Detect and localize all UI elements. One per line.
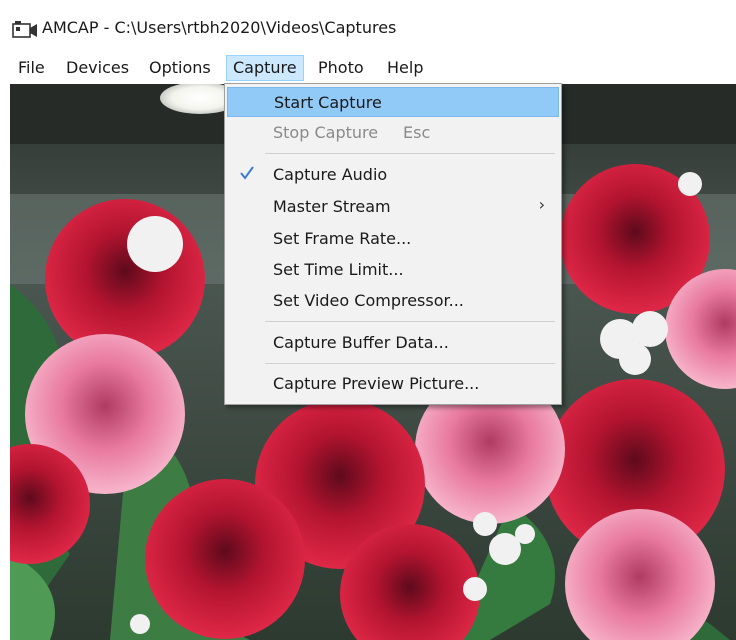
menu-separator <box>265 363 555 364</box>
menu-item-label: Stop Capture <box>273 123 379 142</box>
menu-item-label: Start Capture <box>274 93 382 112</box>
check-icon <box>240 166 254 180</box>
menu-item-capture-buffer-data[interactable]: Capture Buffer Data... <box>227 328 559 358</box>
menu-item-master-stream[interactable]: Master Stream › <box>227 192 559 222</box>
menu-item-stop-capture[interactable]: Stop Capture Esc <box>227 118 559 148</box>
menu-item-set-video-compressor[interactable]: Set Video Compressor... <box>227 286 559 316</box>
menu-item-capture-preview-picture[interactable]: Capture Preview Picture... <box>227 369 559 399</box>
menu-item-capture-audio[interactable]: Capture Audio <box>227 160 559 190</box>
title-bar: AMCAP - C:\Users\rtbh2020\Videos\Capture… <box>0 0 736 52</box>
menu-item-label: Set Time Limit... <box>273 260 404 279</box>
window-title: AMCAP - C:\Users\rtbh2020\Videos\Capture… <box>42 18 397 37</box>
menu-item-label: Set Video Compressor... <box>273 291 464 310</box>
menu-separator <box>265 321 555 322</box>
menu-bar: File Devices Options Capture Photo Help <box>0 52 736 84</box>
chevron-right-icon: › <box>538 195 545 214</box>
menu-separator <box>265 153 555 154</box>
menu-item-set-frame-rate[interactable]: Set Frame Rate... <box>227 224 559 254</box>
menu-options[interactable]: Options <box>143 55 217 81</box>
amcap-window: AMCAP - C:\Users\rtbh2020\Videos\Capture… <box>0 0 736 640</box>
menu-item-label: Capture Buffer Data... <box>273 333 449 352</box>
menu-item-label: Set Frame Rate... <box>273 229 412 248</box>
menu-item-label: Capture Preview Picture... <box>273 374 480 393</box>
menu-item-label: Master Stream <box>273 197 391 216</box>
menu-item-set-time-limit[interactable]: Set Time Limit... <box>227 255 559 285</box>
menu-item-start-capture[interactable]: Start Capture <box>227 87 559 117</box>
menu-item-shortcut: Esc <box>403 123 431 142</box>
camera-icon <box>12 21 37 38</box>
menu-item-label: Capture Audio <box>273 165 388 184</box>
menu-photo[interactable]: Photo <box>312 55 370 81</box>
menu-capture[interactable]: Capture <box>226 55 304 81</box>
menu-help[interactable]: Help <box>381 55 429 81</box>
capture-menu-dropdown: Start Capture Stop Capture Esc Capture A… <box>224 83 562 405</box>
menu-file[interactable]: File <box>12 55 51 81</box>
menu-devices[interactable]: Devices <box>60 55 135 81</box>
